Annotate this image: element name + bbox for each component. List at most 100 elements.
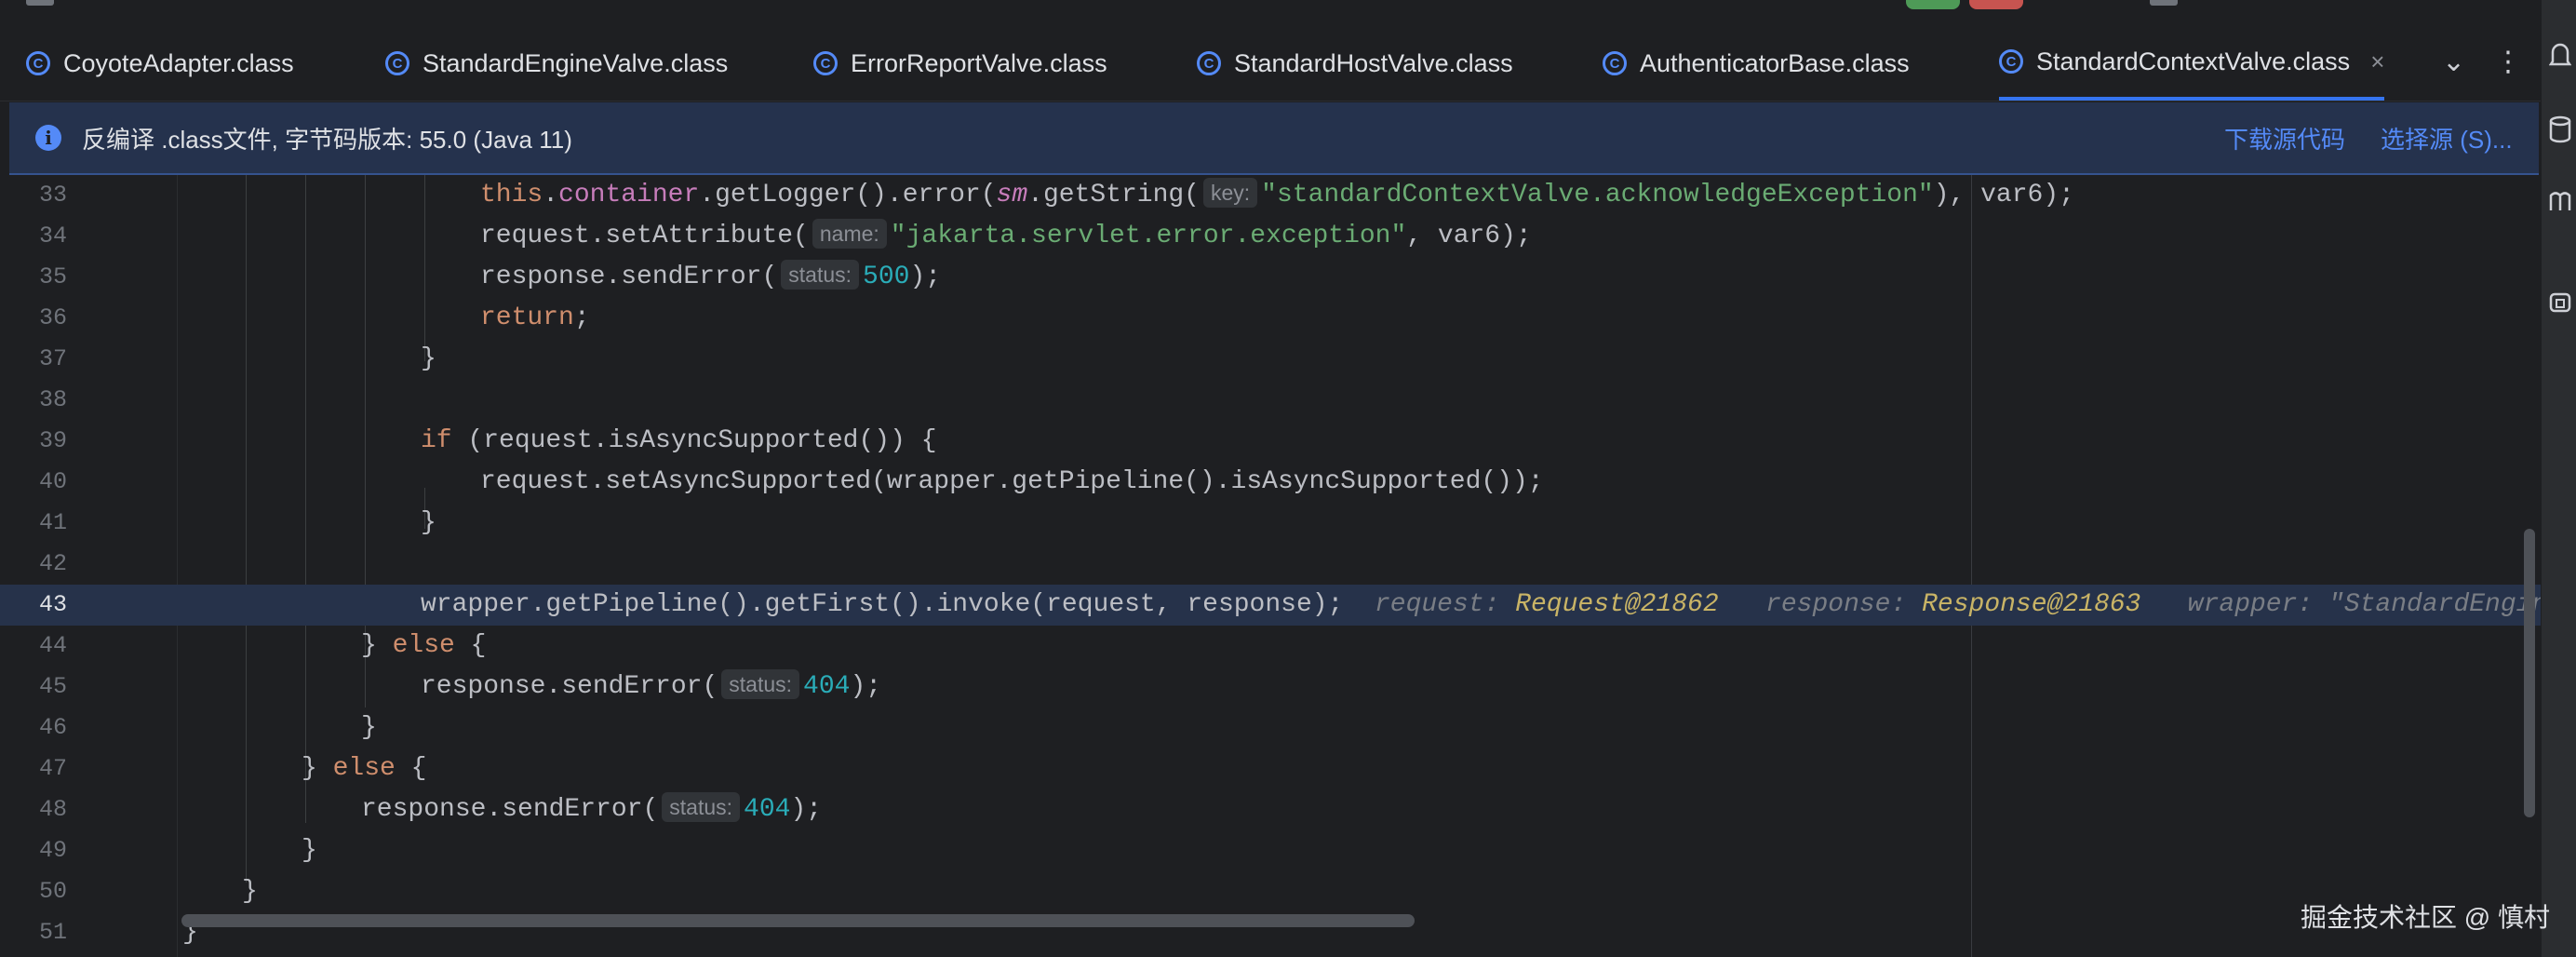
code-text: } else {: [302, 754, 427, 783]
code-editor[interactable]: 33 this.container.getLogger().error(sm.g…: [0, 175, 2541, 957]
toolbar-fragment: [2150, 0, 2178, 6]
code-text: response.sendError(status: 500);: [480, 257, 941, 298]
close-icon[interactable]: ×: [2370, 47, 2384, 76]
code-text: request.setAsyncSupported(wrapper.getPip…: [480, 467, 1544, 496]
line-number[interactable]: 47: [0, 748, 67, 789]
line-number[interactable]: 33: [0, 175, 67, 216]
parameter-hint: key:: [1202, 177, 1258, 208]
code-line: 50 }: [0, 871, 2541, 912]
code-text: response.sendError(status: 404);: [421, 667, 881, 708]
tab-label: StandardHostValve.class: [1234, 48, 1513, 77]
string-literal: "standardContextValve.acknowledgeExcepti…: [1261, 181, 1934, 209]
code-text: response.sendError(status: 404);: [361, 789, 822, 830]
debug-value[interactable]: Request@21862: [1515, 590, 1718, 619]
code-text: this.container.getLogger().error(sm.getS…: [480, 175, 2074, 216]
number-literal: 404: [803, 672, 851, 701]
tab-standard-context-valve[interactable]: C StandardContextValve.class ×: [1999, 26, 2385, 101]
code-line: 42: [0, 544, 2541, 585]
class-icon: C: [1603, 51, 1627, 75]
line-number[interactable]: 40: [0, 462, 67, 503]
code-line: 38: [0, 380, 2541, 421]
chevron-down-icon[interactable]: ⌄: [2442, 48, 2465, 76]
code-text: wrapper.getPipeline().getFirst().invoke(…: [421, 585, 2541, 626]
parameter-hint: status:: [662, 791, 741, 822]
editor-tab-bar: C CoyoteAdapter.class C StandardEngineVa…: [0, 26, 2541, 101]
code-line: 46 }: [0, 708, 2541, 748]
class-icon: C: [1999, 49, 2023, 74]
code-line: 47 } else {: [0, 748, 2541, 789]
window-title-strip: [0, 0, 2541, 26]
number-literal: 404: [744, 795, 791, 824]
code-text: }: [302, 836, 317, 865]
line-number[interactable]: 50: [0, 871, 67, 912]
line-number[interactable]: 34: [0, 216, 67, 257]
code-line: 37 }: [0, 339, 2541, 380]
notification-bell-icon[interactable]: [2548, 41, 2572, 76]
line-number[interactable]: 35: [0, 257, 67, 298]
code-text: }: [242, 877, 258, 906]
line-number[interactable]: 36: [0, 298, 67, 339]
code-line: 35 response.sendError(status: 500);: [0, 257, 2541, 298]
info-icon: i: [35, 125, 61, 151]
more-vertical-icon[interactable]: ⋮: [2494, 48, 2522, 76]
line-number[interactable]: 45: [0, 667, 67, 708]
database-icon[interactable]: [2549, 115, 2571, 151]
line-number[interactable]: 41: [0, 503, 67, 544]
menu-fragment: [26, 0, 54, 6]
debug-label: wrapper:: [2187, 590, 2314, 619]
banner-text: 反编译 .class文件, 字节码版本: 55.0 (Java 11): [82, 125, 572, 154]
tab-label: StandardContextValve.class: [2036, 47, 2351, 75]
download-sources-link[interactable]: 下载源代码: [2224, 121, 2345, 155]
debug-value[interactable]: Response@21863: [1922, 590, 2140, 619]
tab-label: StandardEngineValve.class: [423, 48, 729, 77]
choose-sources-link[interactable]: 选择源 (S)...: [2381, 121, 2513, 155]
line-number[interactable]: 48: [0, 789, 67, 830]
tab-error-report-valve[interactable]: C ErrorReportValve.class: [813, 26, 1107, 101]
code-line: 36 return;: [0, 298, 2541, 339]
code-line: 33 this.container.getLogger().error(sm.g…: [0, 175, 2541, 216]
tab-standard-host-valve[interactable]: C StandardHostValve.class: [1197, 26, 1513, 101]
vertical-scrollbar[interactable]: [2524, 529, 2535, 817]
debug-label: response:: [1765, 590, 1907, 619]
stop-indicator[interactable]: [1969, 0, 2023, 9]
line-number[interactable]: 49: [0, 830, 67, 871]
debug-label: request:: [1374, 590, 1500, 619]
code-text: }: [361, 713, 377, 742]
decompiled-info-banner: i 反编译 .class文件, 字节码版本: 55.0 (Java 11) 下载…: [9, 102, 2539, 175]
line-number[interactable]: 51: [0, 912, 67, 953]
current-execution-line: 43 wrapper.getPipeline().getFirst().invo…: [0, 585, 2541, 626]
line-number[interactable]: 39: [0, 421, 67, 462]
parameter-hint: status:: [781, 259, 860, 290]
code-text: return;: [480, 303, 590, 332]
tab-coyote-adapter[interactable]: C CoyoteAdapter.class: [26, 26, 294, 101]
line-number[interactable]: 42: [0, 544, 67, 585]
line-number[interactable]: 46: [0, 708, 67, 748]
code-line: 39 if (request.isAsyncSupported()) {: [0, 421, 2541, 462]
code-line: 34 request.setAttribute(name: "jakarta.se…: [0, 216, 2541, 257]
line-number[interactable]: 43: [0, 585, 67, 626]
line-number[interactable]: 44: [0, 626, 67, 667]
tab-label: CoyoteAdapter.class: [63, 48, 294, 77]
code-line: 44 } else {: [0, 626, 2541, 667]
run-indicator[interactable]: [1906, 0, 1960, 9]
class-icon: C: [1197, 51, 1221, 75]
code-line: 48 response.sendError(status: 404);: [0, 789, 2541, 830]
debug-value[interactable]: "StandardEngine[To: [2328, 590, 2541, 619]
copilot-icon[interactable]: [2549, 289, 2571, 324]
horizontal-scrollbar[interactable]: [181, 914, 1415, 927]
code-text: } else {: [361, 631, 487, 660]
right-tool-strip: [2541, 0, 2576, 957]
tab-label: ErrorReportValve.class: [851, 48, 1107, 77]
line-number[interactable]: 37: [0, 339, 67, 380]
tab-label: AuthenticatorBase.class: [1640, 48, 1910, 77]
class-icon: C: [26, 51, 50, 75]
line-number[interactable]: 38: [0, 380, 67, 421]
tab-authenticator-base[interactable]: C AuthenticatorBase.class: [1603, 26, 1910, 101]
code-text: }: [421, 508, 436, 537]
tab-standard-engine-valve[interactable]: C StandardEngineValve.class: [385, 26, 728, 101]
number-literal: 500: [863, 263, 910, 291]
watermark: 掘金技术社区 @ 慎村: [2301, 903, 2550, 932]
code-line: 40 request.setAsyncSupported(wrapper.get…: [0, 462, 2541, 503]
code-text: request.setAttribute(name: "jakarta.servl…: [480, 216, 1532, 257]
m-icon[interactable]: [2549, 186, 2571, 222]
